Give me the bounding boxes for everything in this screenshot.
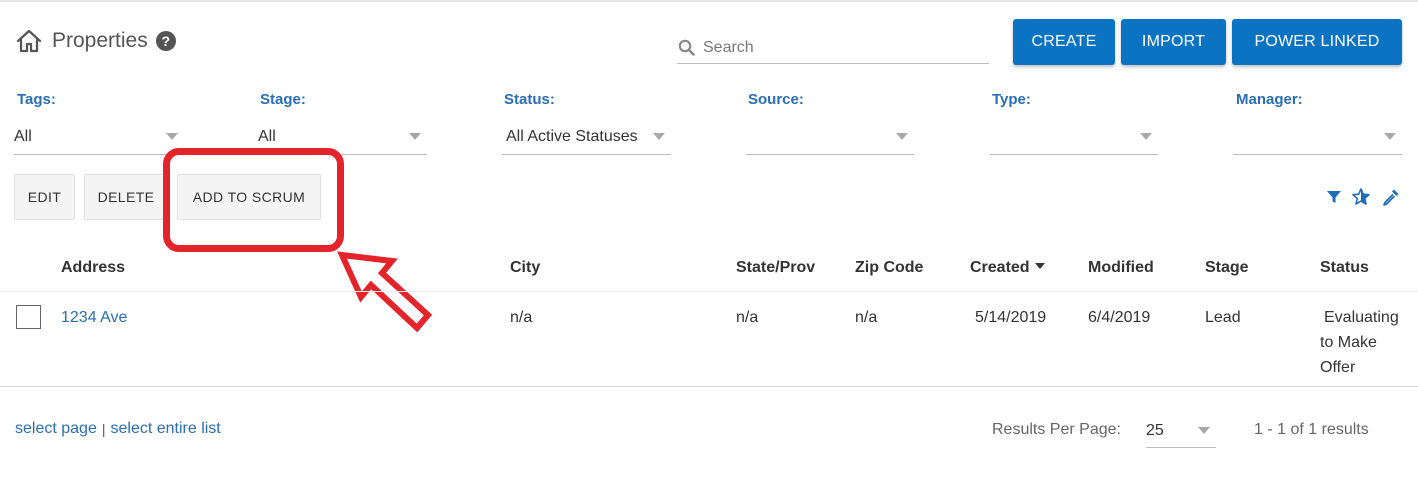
results-count: 1 - 1 of 1 results	[1254, 421, 1369, 438]
sort-descending-icon	[1034, 262, 1045, 269]
edit-button[interactable]: EDIT	[14, 174, 75, 220]
search-bar	[677, 32, 989, 64]
source-filter-label: Source:	[748, 91, 804, 108]
column-header-address[interactable]: Address	[61, 259, 125, 277]
results-per-page-select[interactable]: 25	[1146, 414, 1216, 448]
row-address-link[interactable]: 1234 Ave	[61, 305, 127, 330]
row-status-line: Offer	[1320, 359, 1356, 376]
results-per-page-value: 25	[1146, 421, 1164, 439]
type-filter-select[interactable]	[990, 118, 1158, 155]
row-stage: Lead	[1205, 309, 1241, 326]
power-linked-button[interactable]: POWER LINKED	[1232, 19, 1402, 65]
eyedropper-icon[interactable]	[1382, 188, 1400, 206]
chevron-down-icon	[1198, 427, 1210, 434]
row-status: Evaluating to Make Offer	[1320, 305, 1399, 380]
select-entire-list-link[interactable]: select entire list	[110, 420, 220, 438]
row-select-checkbox[interactable]	[16, 305, 41, 329]
page-header: Properties ?	[16, 27, 176, 55]
column-header-city[interactable]: City	[510, 259, 540, 277]
page-title: Properties	[52, 29, 148, 52]
create-button[interactable]: CREATE	[1013, 19, 1115, 65]
status-filter-label: Status:	[504, 91, 555, 108]
row-created: 5/14/2019	[975, 309, 1047, 326]
link-separator: |	[101, 421, 106, 437]
column-header-status[interactable]: Status	[1320, 259, 1369, 277]
annotation-arrow-icon	[337, 251, 433, 333]
top-border	[0, 0, 1418, 2]
table-bottom-divider	[0, 386, 1418, 387]
type-filter-label: Type:	[992, 91, 1031, 108]
stage-filter-value: All	[258, 128, 276, 145]
results-per-page-label: Results Per Page:	[992, 421, 1121, 438]
chevron-down-icon	[1384, 132, 1396, 140]
delete-button[interactable]: DELETE	[84, 174, 168, 220]
source-filter-select[interactable]	[746, 118, 914, 155]
manager-filter-select[interactable]	[1233, 118, 1402, 155]
tags-filter-select[interactable]: All	[14, 118, 184, 155]
home-icon	[16, 29, 42, 53]
row-status-line: Evaluating	[1324, 309, 1399, 326]
tags-filter-label: Tags:	[17, 91, 56, 108]
row-status-line: to Make	[1320, 334, 1377, 351]
chevron-down-icon	[409, 132, 421, 140]
add-to-scrum-button[interactable]: ADD TO SCRUM	[177, 174, 321, 220]
chevron-down-icon	[896, 132, 908, 140]
star-icon[interactable]	[1352, 188, 1372, 206]
status-filter-value: All Active Statuses	[506, 128, 638, 145]
column-header-created-label: Created	[970, 259, 1030, 276]
stage-filter-label: Stage:	[260, 91, 306, 108]
stage-filter-select[interactable]: All	[258, 118, 427, 155]
row-city: n/a	[510, 309, 533, 326]
select-page-link[interactable]: select page	[15, 420, 97, 438]
selection-links: select page | select entire list	[15, 420, 221, 438]
row-zip: n/a	[855, 309, 878, 326]
status-filter-select[interactable]: All Active Statuses	[502, 118, 671, 155]
table-header-divider	[0, 291, 1418, 292]
chevron-down-icon	[653, 132, 665, 140]
column-header-created[interactable]: Created	[970, 259, 1045, 277]
chevron-down-icon	[166, 132, 178, 140]
filter-icon[interactable]	[1326, 189, 1342, 205]
tags-filter-value: All	[14, 128, 32, 145]
chevron-down-icon	[1140, 132, 1152, 140]
help-icon[interactable]: ?	[155, 31, 176, 51]
column-header-zip[interactable]: Zip Code	[855, 259, 923, 277]
search-icon	[678, 39, 695, 56]
search-input[interactable]	[703, 38, 973, 57]
manager-filter-label: Manager:	[1236, 91, 1303, 108]
column-header-modified[interactable]: Modified	[1088, 259, 1154, 277]
import-button[interactable]: IMPORT	[1121, 19, 1226, 65]
row-state: n/a	[736, 309, 759, 326]
row-modified: 6/4/2019	[1088, 309, 1151, 326]
table-tools	[1326, 188, 1400, 206]
column-header-state[interactable]: State/Prov	[736, 259, 815, 277]
column-header-stage[interactable]: Stage	[1205, 259, 1249, 277]
